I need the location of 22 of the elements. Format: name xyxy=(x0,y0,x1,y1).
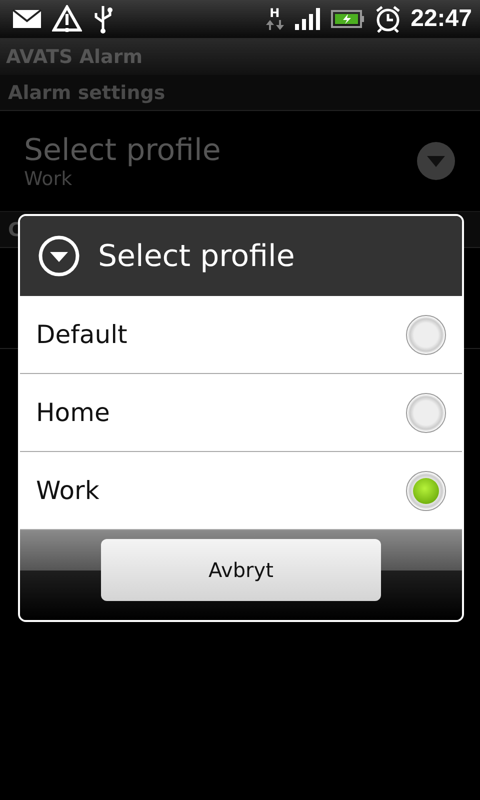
setting-summary: Work xyxy=(24,168,74,190)
profile-option[interactable]: Home xyxy=(20,374,462,452)
radio-button[interactable] xyxy=(406,392,446,432)
mail-icon xyxy=(12,9,42,29)
clock-time: 22:47 xyxy=(410,5,472,33)
data-arrows-icon xyxy=(264,19,285,31)
warning-icon xyxy=(52,5,82,33)
radio-button[interactable] xyxy=(406,314,446,354)
signal-icon xyxy=(294,8,321,30)
battery-charging-icon xyxy=(330,9,365,29)
network-type: H xyxy=(270,7,280,19)
setting-title: Select profile xyxy=(24,132,222,168)
cancel-button[interactable]: Avbryt xyxy=(101,539,381,601)
radio-button[interactable] xyxy=(406,470,446,510)
dropdown-icon xyxy=(38,235,80,277)
profile-option[interactable]: Work xyxy=(20,452,462,530)
section-header: Alarm settings xyxy=(0,75,480,111)
usb-icon xyxy=(92,4,114,34)
profile-option[interactable]: Default xyxy=(20,296,462,374)
dropdown-icon[interactable] xyxy=(416,141,456,181)
app-title: AVATS Alarm xyxy=(6,46,143,68)
alarm-clock-icon xyxy=(374,5,401,33)
